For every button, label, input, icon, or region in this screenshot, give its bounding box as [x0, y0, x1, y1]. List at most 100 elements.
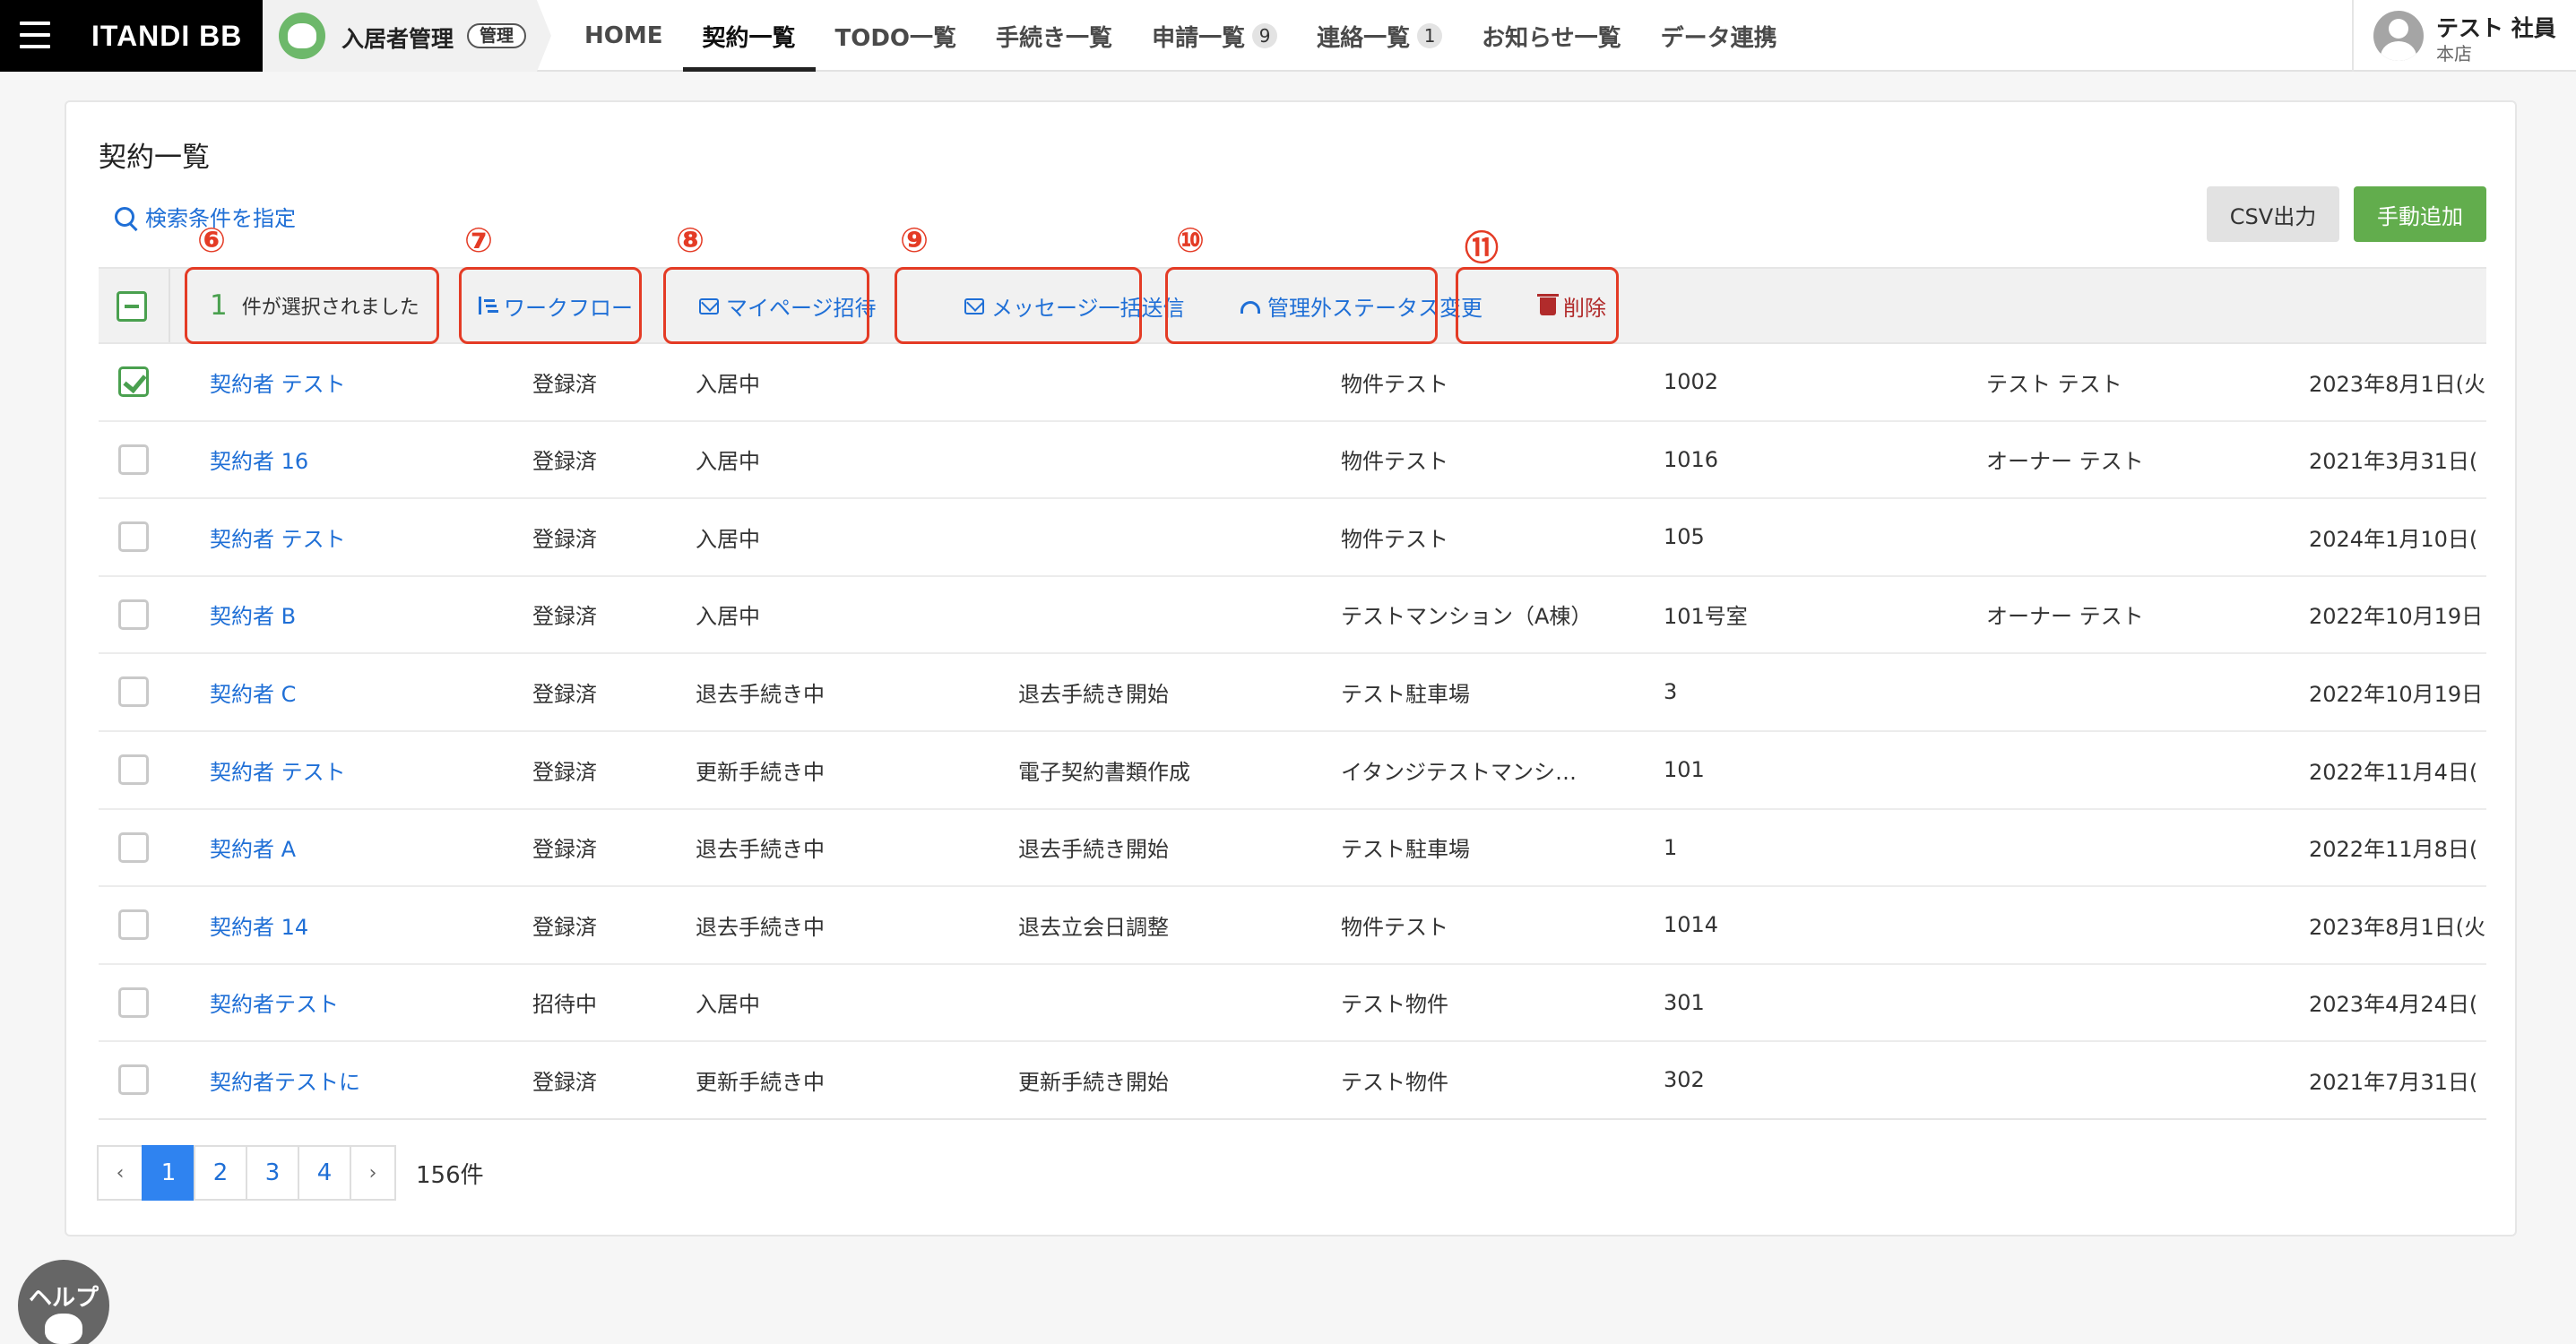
row-checkbox[interactable]: [118, 521, 149, 553]
nav-item-1[interactable]: 契約一覧: [682, 0, 816, 72]
contract-table: 契約者 テスト 登録済 入居中 物件テスト 1002 テスト テスト 2023年8月1日(火…: [99, 344, 2486, 1120]
registration-status: 登録済: [532, 837, 597, 863]
pagination-page-4[interactable]: 4: [298, 1145, 351, 1201]
room-number: 301: [1664, 989, 1705, 1015]
search-icon: [115, 206, 134, 227]
registration-status: 登録済: [532, 681, 597, 707]
procedure-status: 電子契約書類作成: [1018, 759, 1190, 785]
row-checkbox[interactable]: [118, 909, 149, 941]
registration-status: 登録済: [532, 914, 597, 940]
registration-status: 登録済: [532, 371, 597, 397]
contract-date: 2022年11月4日(: [2309, 759, 2478, 785]
contractor-name-link[interactable]: 契約者 テスト: [210, 732, 532, 807]
annotation-number-11: ⑪: [1465, 228, 1500, 268]
nav-item-6[interactable]: お知らせ一覧: [1462, 0, 1640, 72]
owner-name: [1986, 965, 2300, 1040]
owner-name: [1986, 1042, 2300, 1117]
row-checkbox[interactable]: [118, 986, 149, 1018]
owner-name: [1986, 732, 2300, 807]
nav-item-label: TODO一覧: [834, 24, 957, 52]
row-checkbox[interactable]: [118, 1064, 149, 1096]
room-number: 101号室: [1664, 604, 1748, 630]
contract-date: 2023年8月1日(火: [2309, 371, 2485, 397]
nav-item-4[interactable]: 申請一覧 9: [1132, 0, 1297, 72]
contractor-name-link[interactable]: 契約者 14: [210, 887, 532, 962]
row-checkbox[interactable]: [118, 831, 149, 863]
residence-status: 退去手続き中: [696, 681, 825, 707]
registration-status: 登録済: [532, 449, 597, 475]
property-name: 物件テスト: [1341, 914, 1448, 940]
contractor-name-link[interactable]: 契約者 A: [210, 810, 532, 885]
room-number: 3: [1664, 679, 1678, 705]
contract-date: 2023年4月24日(: [2309, 992, 2478, 1018]
owner-name: [1986, 654, 2300, 729]
property-name: テスト駐車場: [1341, 837, 1470, 863]
row-checkbox[interactable]: [118, 444, 149, 475]
user-menu[interactable]: テスト 社員 本店: [2352, 0, 2576, 72]
contractor-name-link[interactable]: 契約者 16: [210, 422, 532, 497]
contract-date: 2024年1月10日(: [2309, 526, 2478, 552]
contractor-name-link[interactable]: 契約者 C: [210, 654, 532, 729]
property-name: イタンジテストマンシ…: [1341, 759, 1578, 785]
pagination-prev-button[interactable]: ‹: [97, 1145, 143, 1201]
nav-item-5[interactable]: 連絡一覧 1: [1297, 0, 1462, 72]
owner-name: オーナー テスト: [1986, 604, 2144, 630]
select-all-checkbox[interactable]: [117, 291, 147, 322]
room-number: 1014: [1664, 912, 1719, 938]
help-button[interactable]: ヘルプ: [18, 1260, 109, 1344]
table-row: 契約者テスト 招待中 入居中 テスト物件 301 2023年4月24日(: [99, 965, 2486, 1043]
owner-name: テスト テスト: [1986, 371, 2122, 397]
pagination-page-3[interactable]: 3: [246, 1145, 299, 1201]
nav-item-7[interactable]: データ連携: [1641, 0, 1797, 72]
contractor-name-link[interactable]: 契約者 テスト: [210, 344, 532, 419]
hamburger-menu-icon[interactable]: [20, 22, 50, 48]
row-checkbox[interactable]: [118, 676, 149, 708]
manual-add-button[interactable]: 手動追加: [2354, 186, 2486, 242]
nav-count-badge: 9: [1252, 23, 1278, 48]
contractor-name-link[interactable]: 契約者 B: [210, 577, 532, 652]
contract-date: 2021年3月31日(: [2309, 449, 2478, 475]
annotation-box-11: [1456, 267, 1619, 344]
row-checkbox[interactable]: [118, 599, 149, 630]
nav-item-label: HOME: [584, 22, 663, 49]
owner-name: [1986, 887, 2300, 962]
procedure-status: 退去立会日調整: [1018, 914, 1169, 940]
owner-name: [1986, 810, 2300, 885]
page-title: 契約一覧: [99, 142, 210, 174]
nav-count-badge: 1: [1417, 23, 1443, 48]
annotation-number-8: ⑧: [676, 220, 705, 260]
user-avatar-icon: [2373, 11, 2424, 61]
pagination-page-2[interactable]: 2: [194, 1145, 247, 1201]
nav-item-3[interactable]: 手続き一覧: [976, 0, 1132, 72]
total-count: 156件: [416, 1161, 484, 1189]
table-row: 契約者 テスト 登録済 更新手続き中 電子契約書類作成 イタンジテストマンシ… 101 20…: [99, 732, 2486, 810]
row-checkbox[interactable]: [118, 754, 149, 785]
owner-name: [1986, 499, 2300, 574]
contract-date: 2022年10月19日: [2309, 681, 2484, 707]
product-name: 入居者管理: [341, 26, 454, 52]
bear-mascot-icon: [45, 1314, 82, 1344]
room-number: 1016: [1664, 446, 1719, 472]
user-name: テスト 社員: [2436, 15, 2556, 41]
brand-logo: ITANDI BB: [91, 20, 243, 52]
nav-item-2[interactable]: TODO一覧: [816, 0, 977, 72]
residence-status: 入居中: [696, 604, 760, 630]
nav-item-0[interactable]: HOME: [565, 0, 683, 72]
csv-export-button[interactable]: CSV出力: [2207, 186, 2339, 242]
annotation-number-10: ⑩: [1176, 220, 1206, 260]
nav-item-label: データ連携: [1660, 24, 1777, 52]
residence-status: 更新手続き中: [696, 759, 825, 785]
row-checkbox[interactable]: [118, 366, 149, 397]
contractor-name-link[interactable]: 契約者 テスト: [210, 499, 532, 574]
procedure-status: [1018, 499, 1341, 574]
procedure-status: 退去手続き開始: [1018, 681, 1169, 707]
contractor-name-link[interactable]: 契約者テスト: [210, 965, 532, 1040]
contractor-name-link[interactable]: 契約者テストに: [210, 1042, 532, 1117]
contract-list-card: 契約一覧 検索条件を指定 CSV出力 手動追加 1 件が選択されました ワークフ…: [65, 100, 2517, 1236]
property-name: テスト物件: [1341, 992, 1448, 1018]
pagination-next-button[interactable]: ›: [350, 1145, 396, 1201]
product-switcher[interactable]: 入居者管理 管理: [263, 0, 551, 72]
pagination-page-1[interactable]: 1: [142, 1145, 195, 1201]
table-row: 契約者テストに 登録済 更新手続き中 更新手続き開始 テスト物件 302 2021年7月31…: [99, 1042, 2486, 1118]
nav-item-label: 契約一覧: [702, 24, 796, 52]
